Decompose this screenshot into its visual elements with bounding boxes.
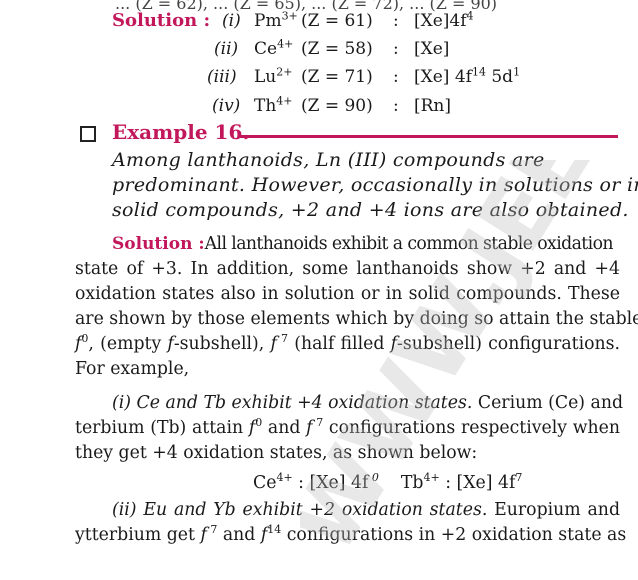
atomic-number: (Z = 61) (301, 11, 373, 31)
example-title: Example 16. (112, 120, 250, 144)
electron-configuration: [Rn] (414, 96, 452, 116)
solution-text: All lanthanoids exhibit a common stable … (204, 234, 614, 254)
solution-intro-line: Solution :All lanthanoids exhibit a comm… (112, 234, 614, 254)
checkbox-icon (80, 126, 96, 142)
example-rule (240, 135, 618, 138)
electron-configuration: [Xe] (414, 39, 450, 59)
para-i-line: (i) Ce and Tb exhibit +4 oxidation state… (112, 393, 624, 413)
atomic-number: (Z = 90) (301, 96, 373, 116)
row-number: (i) (222, 11, 241, 31)
species: Lu2+ (254, 65, 293, 87)
colon: : (393, 39, 399, 59)
equation: Ce4+ : [Xe] 4f 0 Tb4+ : [Xe] 4f7 (253, 471, 523, 493)
question-line: Among lanthanoids, Ln (III) compounds ar… (112, 149, 545, 171)
question-line: solid compounds, +2 and +4 ions are also… (112, 199, 629, 221)
body-line: For example, (75, 359, 190, 379)
species: Th4+ (254, 94, 293, 116)
body-line: are shown by those elements which by doi… (75, 309, 638, 329)
body-line: f0, (empty f-subshell), f 7 (half filled… (75, 332, 620, 354)
atomic-number: (Z = 71) (301, 67, 373, 87)
body-line: ytterbium get f 7 and f14 configurations… (75, 523, 627, 545)
body-line: they get +4 oxidation states, as shown b… (75, 443, 478, 463)
body-line: oxidation states also in solution or in … (75, 284, 620, 304)
row-number: (iii) (207, 67, 237, 87)
atomic-number: (Z = 58) (301, 39, 373, 59)
species: Pm3+ (254, 9, 298, 31)
electron-configuration: [Xe] 4f14 5d1 (414, 65, 521, 87)
body-line: state of +3. In addition, some lanthanoi… (75, 259, 620, 279)
colon: : (393, 11, 399, 31)
row-number: (ii) (214, 39, 239, 59)
species: Ce4+ (254, 37, 294, 59)
solution-label: Solution : (112, 234, 205, 254)
colon: : (393, 67, 399, 87)
question-line: predominant. However, occasionally in so… (112, 174, 638, 196)
row-number: (iv) (212, 96, 241, 116)
para-ii-line: (ii) Eu and Yb exhibit +2 oxidation stat… (112, 500, 621, 520)
solution-label: Solution : (112, 10, 211, 31)
colon: : (393, 96, 399, 116)
electron-configuration: [Xe]4f4 (414, 9, 474, 31)
body-line: terbium (Tb) attain f0 and f 7 configura… (75, 416, 621, 438)
